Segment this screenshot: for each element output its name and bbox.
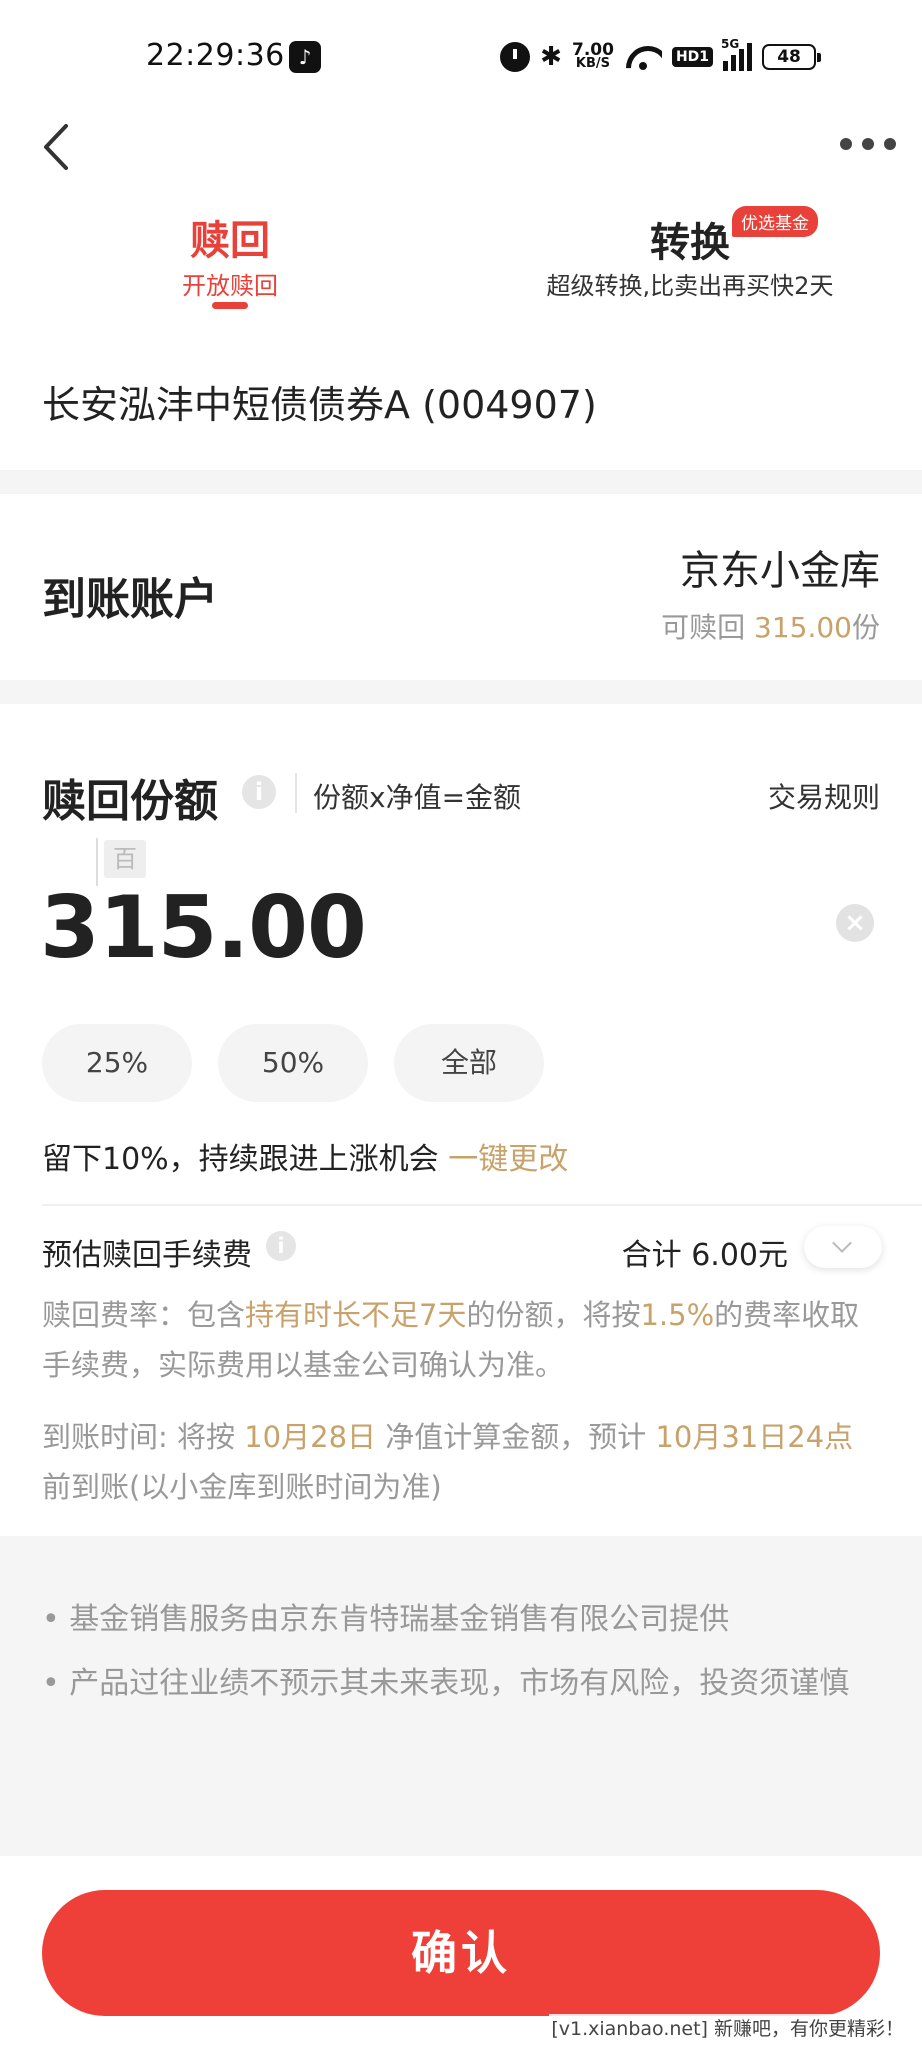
hd-badge: HD1 (671, 47, 714, 67)
back-button[interactable] (40, 120, 74, 174)
arrival-nav-date: 10月28日 (244, 1420, 377, 1454)
info-icon[interactable]: i (266, 1231, 296, 1261)
arrival-prefix: 到账时间: 将按 (42, 1420, 245, 1454)
rate-middle: 的份额，将按 (466, 1298, 641, 1332)
trading-rules-link[interactable]: 交易规则 (768, 776, 880, 816)
confirm-button[interactable]: 确认 (42, 1890, 880, 2016)
section-divider (0, 680, 922, 704)
keep-text: 留下10%，持续跟进上涨机会 (42, 1142, 439, 1177)
tab-redeem[interactable]: 赎回 (190, 208, 270, 266)
battery-icon: 48 (762, 44, 822, 70)
tab-redeem-subtitle: 开放赎回 (182, 272, 278, 300)
available-unit: 份 (851, 611, 880, 644)
disclaimer-item: • 基金销售服务由京东肯特瑞基金销售有限公司提供 (42, 1602, 730, 1637)
divider (295, 773, 297, 813)
one-click-change-link[interactable]: 一键更改 (448, 1142, 568, 1177)
disclaimer-text: 基金销售服务由京东肯特瑞基金销售有限公司提供 (69, 1602, 730, 1637)
redeem-shares-label: 赎回份额 (42, 776, 218, 827)
fee-rate-description: 赎回费率：包含持有时长不足7天的份额，将按1.5%的费率收取手续费，实际费用以基… (42, 1290, 882, 1390)
info-icon[interactable]: i (242, 775, 276, 809)
disclaimer-item: • 产品过往业绩不预示其未来表现，市场有风险，投资须谨慎 (42, 1666, 850, 1701)
fund-name: 长安泓沣中短债债券A (004907) (42, 383, 597, 427)
watermark: [v1.xianbao.net] 新赚吧，有你更精彩！ (549, 2014, 906, 2041)
chevron-down-icon[interactable] (804, 1226, 882, 1268)
quick-all-button[interactable]: 全部 (394, 1024, 544, 1102)
featured-fund-badge: 优选基金 (732, 206, 818, 237)
more-button[interactable] (840, 132, 896, 156)
signal-type-label: 5G (721, 37, 740, 51)
quick-25-button[interactable]: 25% (42, 1024, 192, 1102)
bluetooth-icon: ✱ (540, 42, 562, 72)
status-icons: ✱ 7.00 KB/S HD1 5G 48 (500, 37, 822, 74)
formula-text: 份额x净值=金额 (313, 781, 522, 814)
arrival-expected-date: 10月31日24点 (655, 1420, 854, 1454)
tab-convert-subtitle: 超级转换,比卖出再买快2天 (546, 272, 834, 300)
fee-label: 预估赎回手续费 (42, 1238, 252, 1273)
rate-highlight-percent: 1.5% (640, 1298, 715, 1332)
available-prefix: 可赎回 (661, 611, 754, 644)
network-speed-value: 7.00 (572, 40, 614, 60)
divider (42, 1204, 922, 1206)
account-label: 到账账户 (42, 574, 218, 625)
arrival-time-description: 到账时间: 将按 10月28日 净值计算金额，预计 10月31日24点前到账(以… (42, 1412, 882, 1512)
rate-highlight-hold: 持有时长不足7天 (245, 1298, 467, 1332)
arrival-suffix: 前到账(以小金库到账时间为准) (42, 1470, 442, 1504)
disclaimer-text: 产品过往业绩不预示其未来表现，市场有风险，投资须谨慎 (69, 1666, 850, 1701)
wifi-icon (624, 42, 662, 72)
active-tab-indicator (212, 302, 248, 309)
status-time: 22:29:36 (146, 38, 285, 73)
clear-icon[interactable]: × (836, 904, 874, 942)
alarm-icon (500, 42, 530, 72)
more-dot (862, 138, 874, 150)
account-name: 京东小金库 (680, 548, 880, 594)
section-divider (0, 470, 922, 494)
rate-prefix: 赎回费率：包含 (42, 1298, 246, 1332)
more-dot (840, 138, 852, 150)
chevron-left-icon (44, 124, 68, 170)
available-shares: 可赎回 315.00份 (661, 606, 880, 646)
more-dot (884, 138, 896, 150)
available-value: 315.00 (754, 611, 852, 644)
keep-tip: 留下10%，持续跟进上涨机会 一键更改 (42, 1134, 568, 1178)
unit-hint: 百 (104, 840, 146, 878)
quick-50-button[interactable]: 50% (218, 1024, 368, 1102)
signal-icon: 5G (721, 37, 753, 71)
network-speed: 7.00 KB/S (572, 40, 614, 71)
tiktok-notification-icon: ♪ (289, 41, 321, 73)
redeem-amount-input[interactable]: 315.00 (40, 878, 367, 978)
network-speed-unit: KB/S (575, 56, 611, 71)
arrival-middle: 净值计算金额，预计 (376, 1420, 656, 1454)
fee-total: 合计 6.00元 (621, 1238, 788, 1273)
tab-convert[interactable]: 转换 (640, 210, 740, 268)
